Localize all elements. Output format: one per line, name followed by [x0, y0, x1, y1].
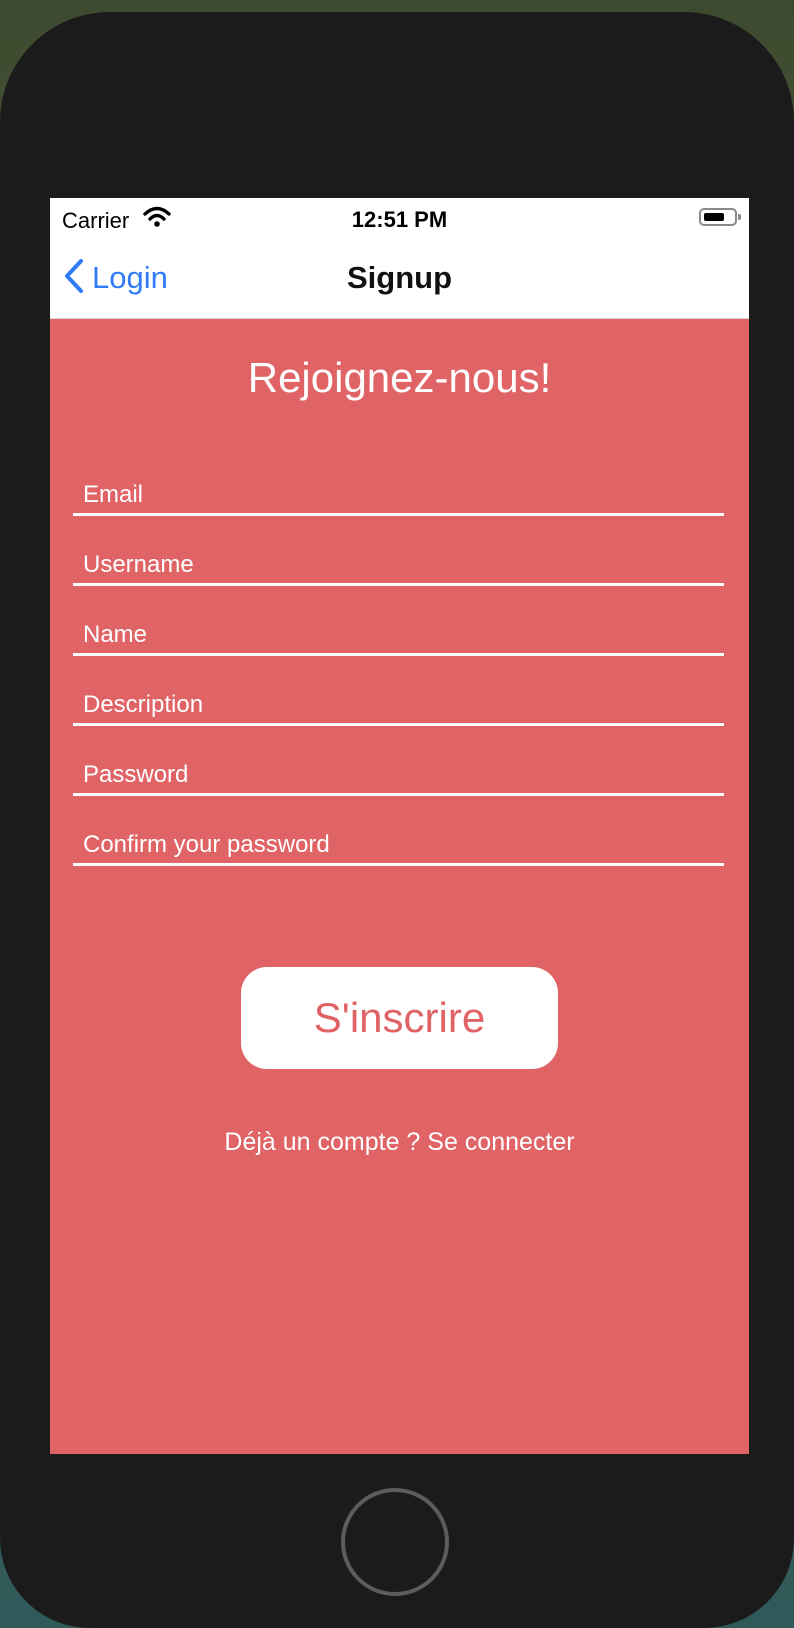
password-field-container [73, 733, 724, 796]
page-heading: Rejoignez-nous! [247, 354, 552, 401]
password-field[interactable] [83, 761, 713, 789]
status-time: 12:51 PM [351, 207, 448, 232]
name-field-container [73, 593, 724, 656]
name-field[interactable] [83, 621, 713, 649]
home-button[interactable] [341, 1488, 449, 1596]
login-link[interactable]: Déjà un compte ? Se connecter [50, 1128, 749, 1157]
email-field[interactable] [83, 481, 713, 509]
confirm-password-field[interactable] [83, 831, 713, 859]
description-field[interactable] [83, 691, 713, 719]
confirm-password-field-container [73, 803, 724, 866]
description-field-container [73, 663, 724, 726]
battery-icon [699, 208, 741, 226]
nav-title: Signup [346, 260, 453, 295]
signup-button[interactable]: S'inscrire [241, 967, 558, 1069]
phone-frame: Carrier 12:51 PM Login Signup Rejoignez-… [0, 12, 794, 1628]
status-bar: Carrier 12:51 PM [50, 198, 749, 238]
app-screen: Carrier 12:51 PM Login Signup Rejoignez-… [50, 198, 749, 1454]
email-field-container [73, 453, 724, 516]
username-field-container [73, 523, 724, 586]
username-field[interactable] [83, 551, 713, 579]
navigation-bar: Login Signup [50, 238, 749, 319]
